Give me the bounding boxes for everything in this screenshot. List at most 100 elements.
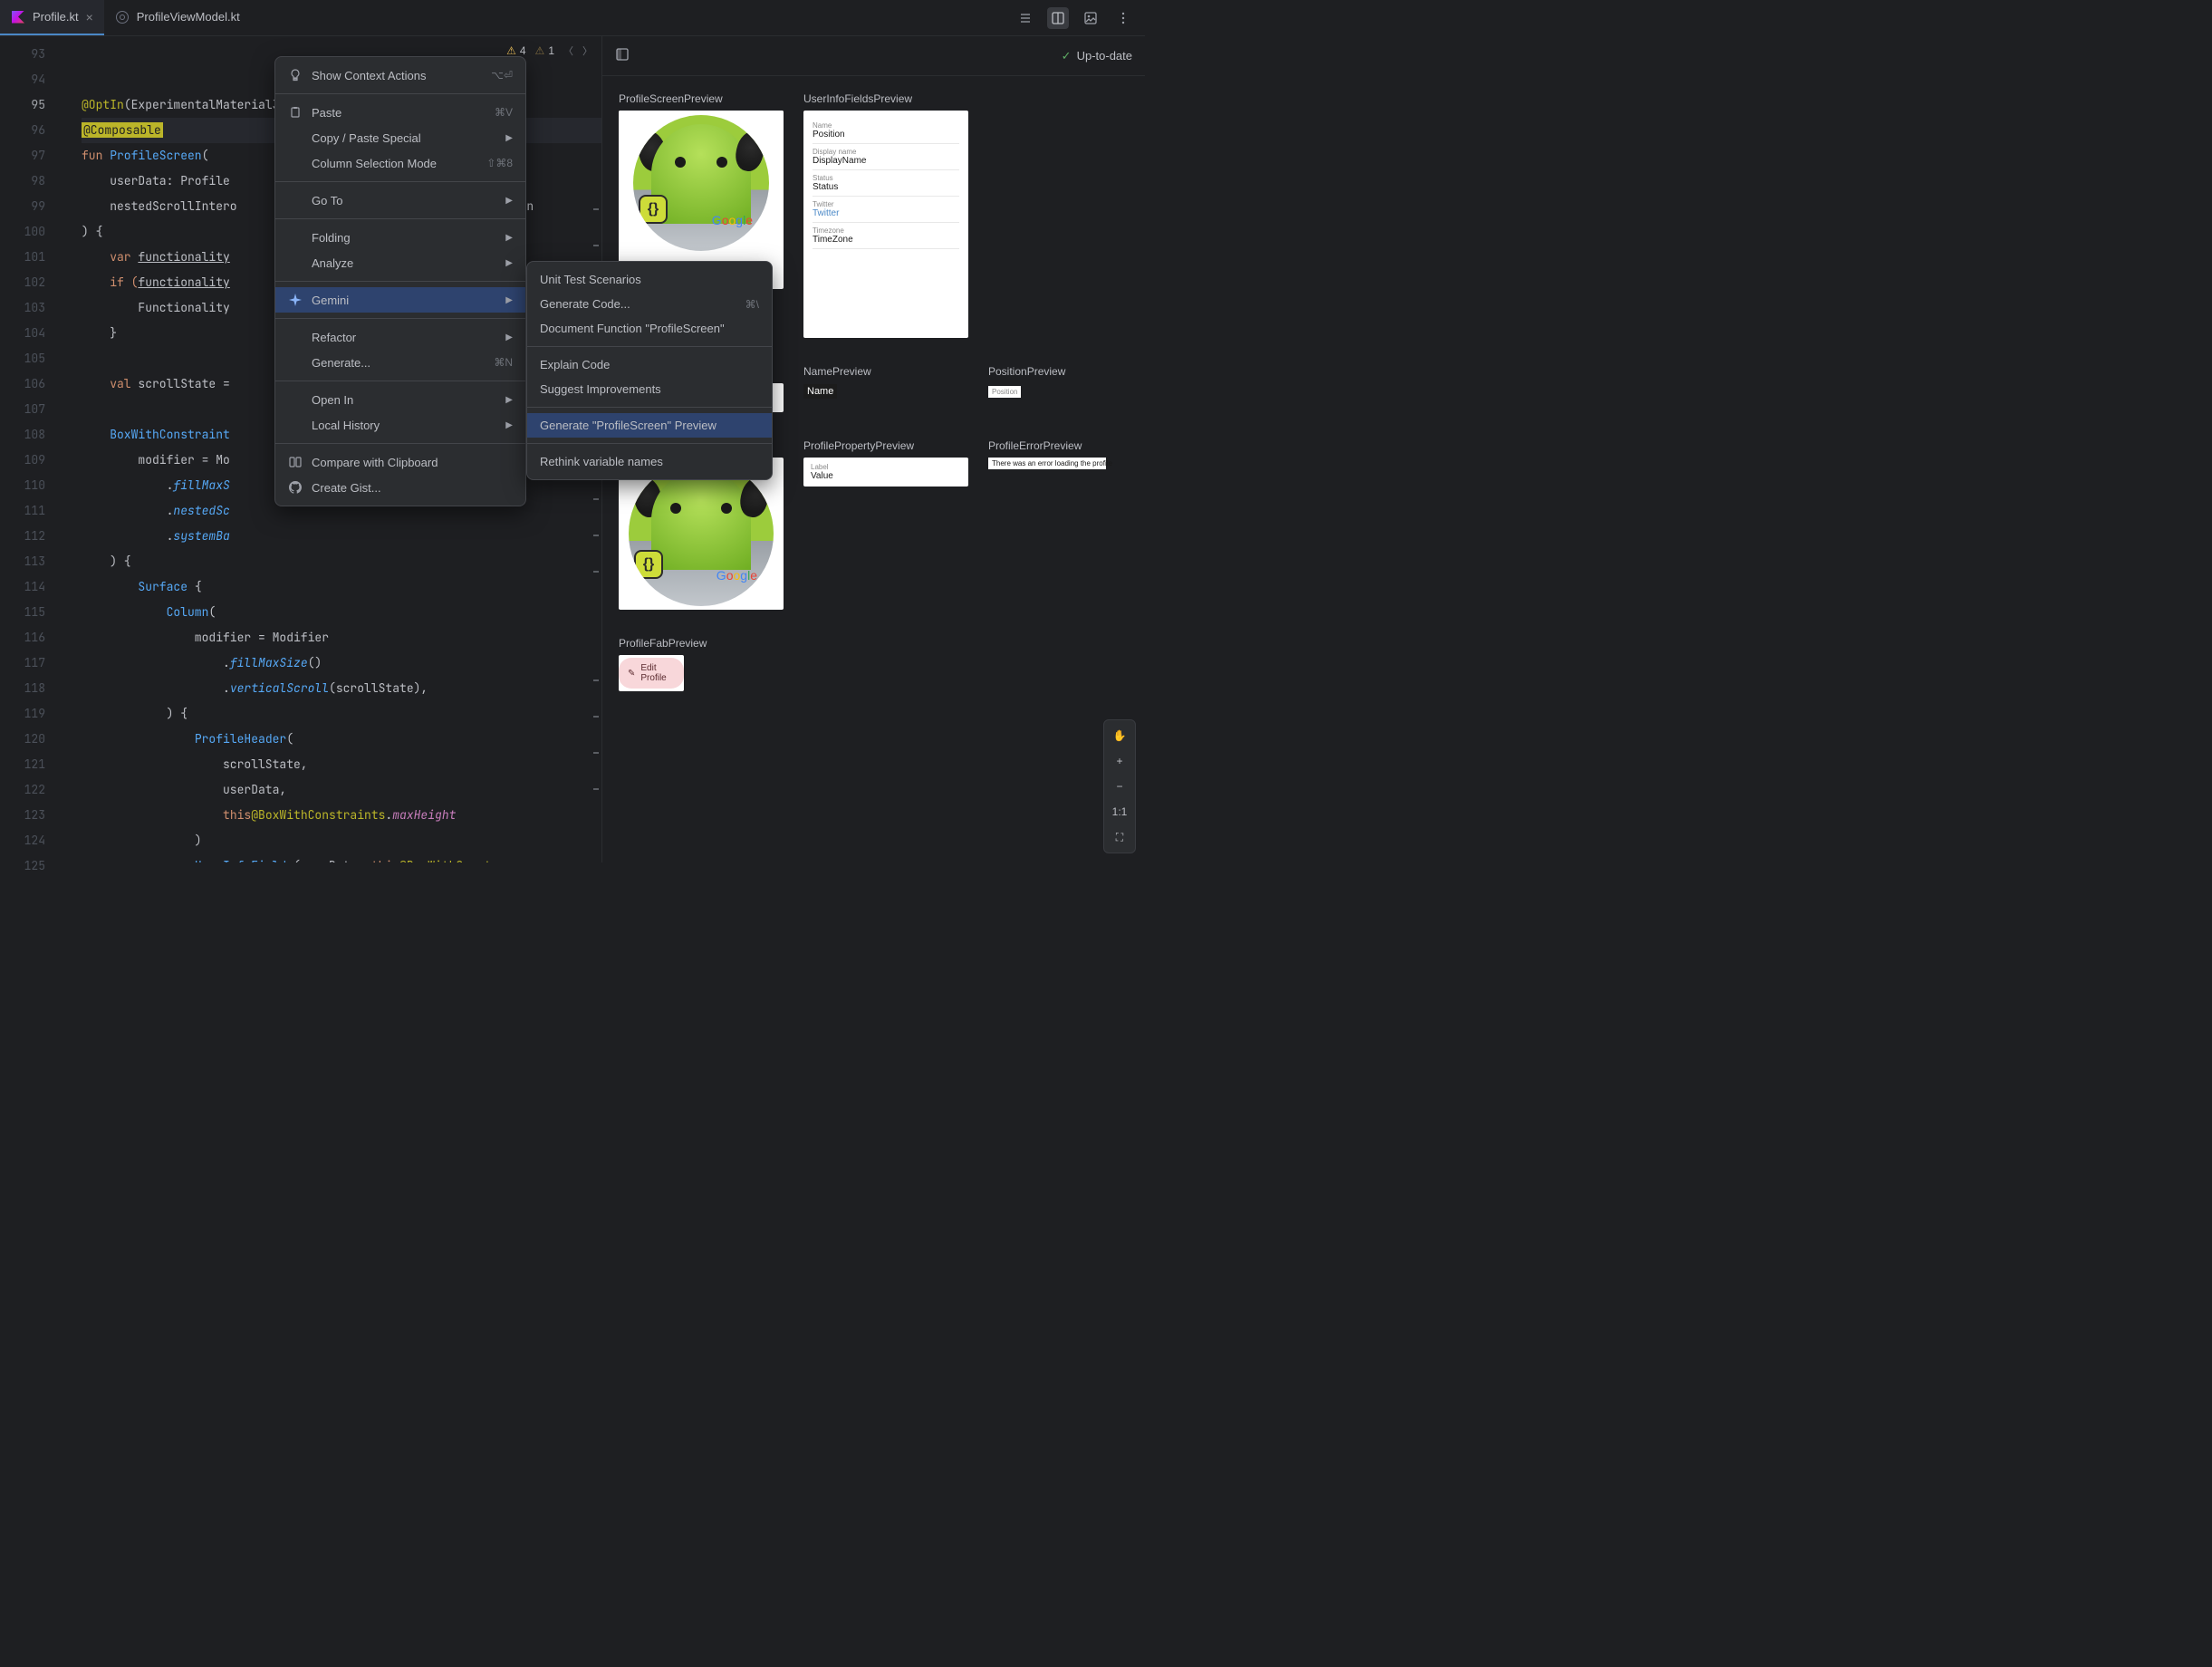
code-line: modifier = Mo <box>82 452 230 467</box>
field-value: TimeZone <box>813 235 959 245</box>
zoom-1-1-icon[interactable]: 1:1 <box>1108 800 1131 824</box>
code-line: userData: Profile <box>82 173 230 188</box>
menu-show-context-actions[interactable]: Show Context Actions ⌥⏎ <box>275 63 525 88</box>
gemini-submenu: Unit Test Scenarios Generate Code... ⌘\ … <box>526 261 773 480</box>
preview-user-info-fields[interactable]: UserInfoFieldsPreview NamePositionDispla… <box>803 92 976 338</box>
menu-compare-clipboard[interactable]: Compare with Clipboard <box>275 449 525 475</box>
zoom-fit-icon[interactable]: ⛶ <box>1108 825 1131 849</box>
gemini-icon <box>288 293 303 307</box>
submenu-document-function[interactable]: Document Function "ProfileScreen" <box>527 316 772 341</box>
line-number: 104 <box>0 321 45 346</box>
preview-profile-error[interactable]: ProfileErrorPreview There was an error l… <box>988 439 1106 610</box>
close-icon[interactable]: × <box>86 10 93 24</box>
field-label: Twitter <box>813 200 959 208</box>
menu-generate[interactable]: Generate... ⌘N <box>275 350 525 375</box>
line-number: 108 <box>0 422 45 448</box>
code-line: this@BoxWithConstraints.maxHeight <box>82 807 456 823</box>
menu-go-to[interactable]: Go To ▶ <box>275 188 525 213</box>
line-number: 114 <box>0 574 45 600</box>
code-line: scrollState, <box>82 756 308 772</box>
list-icon[interactable] <box>1015 7 1036 29</box>
line-number: 101 <box>0 245 45 270</box>
field-row: StatusStatus <box>813 170 959 197</box>
image-view-icon[interactable] <box>1080 7 1101 29</box>
chevron-right-icon: ▶ <box>505 233 513 243</box>
field-label: Name <box>813 121 959 130</box>
line-number: 119 <box>0 701 45 727</box>
chevron-right-icon: ▶ <box>505 196 513 206</box>
menu-column-selection[interactable]: Column Selection Mode ⇧⌘8 <box>275 150 525 176</box>
code-line: UserInfoFields(userData, this@BoxWithCon… <box>82 858 491 862</box>
code-line: userData, <box>82 782 286 797</box>
preview-position[interactable]: PositionPreview Position <box>988 365 1106 412</box>
chevron-right-icon: ▶ <box>505 258 513 268</box>
code-line: ) { <box>82 224 102 239</box>
pan-tool-icon[interactable]: ✋ <box>1108 724 1131 747</box>
menu-open-in[interactable]: Open In ▶ <box>275 387 525 412</box>
menu-paste[interactable]: Paste ⌘V <box>275 100 525 125</box>
status-text: Up-to-date <box>1077 49 1132 63</box>
code-line: BoxWithConstraint <box>82 427 230 442</box>
line-number: 121 <box>0 752 45 777</box>
zoom-out-icon[interactable]: − <box>1108 775 1131 798</box>
preview-profile-fab[interactable]: ProfileFabPreview ✎ Edit Profile <box>619 637 791 691</box>
menu-analyze[interactable]: Analyze ▶ <box>275 250 525 275</box>
tabs-right <box>1015 7 1145 29</box>
line-number: 105 <box>0 346 45 371</box>
bulb-icon <box>288 68 303 82</box>
code-line: Surface { <box>82 579 202 594</box>
menu-copy-paste-special[interactable]: Copy / Paste Special ▶ <box>275 125 525 150</box>
code-line: .fillMaxS <box>82 477 230 493</box>
menu-refactor[interactable]: Refactor ▶ <box>275 324 525 350</box>
code-line: ) { <box>82 706 188 721</box>
android-avatar-icon: {} Google <box>629 461 774 606</box>
split-view-icon[interactable] <box>1047 7 1069 29</box>
field-row: Display nameDisplayName <box>813 144 959 170</box>
chevron-right-icon: ▶ <box>505 395 513 405</box>
tab-profile-kt[interactable]: Profile.kt × <box>0 0 104 35</box>
edit-icon: ✎ <box>628 669 635 679</box>
chevron-right-icon: ▶ <box>505 133 513 143</box>
field-value: Twitter <box>813 208 959 218</box>
preview-status: ✓ Up-to-date <box>1062 49 1132 63</box>
zoom-in-icon[interactable]: + <box>1108 749 1131 773</box>
code-line: val scrollState = <box>82 376 237 391</box>
line-number: 97 <box>0 143 45 169</box>
layout-editor-icon[interactable] <box>615 47 630 64</box>
line-number: 102 <box>0 270 45 295</box>
menu-create-gist[interactable]: Create Gist... <box>275 475 525 500</box>
line-number: 111 <box>0 498 45 524</box>
github-icon <box>288 480 303 495</box>
viewmodel-file-icon <box>115 10 130 24</box>
submenu-rethink[interactable]: Rethink variable names <box>527 449 772 474</box>
line-number: 115 <box>0 600 45 625</box>
menu-local-history[interactable]: Local History ▶ <box>275 412 525 438</box>
line-number: 124 <box>0 828 45 853</box>
code-line: fun ProfileScreen( <box>82 148 208 163</box>
submenu-generate-code[interactable]: Generate Code... ⌘\ <box>527 292 772 316</box>
line-number: 99 <box>0 194 45 219</box>
menu-folding[interactable]: Folding ▶ <box>275 225 525 250</box>
submenu-generate-preview[interactable]: Generate "ProfileScreen" Preview <box>527 413 772 438</box>
code-line: Column( <box>82 604 216 620</box>
line-number: 110 <box>0 473 45 498</box>
tab-label: Profile.kt <box>33 10 79 24</box>
code-line: } <box>82 325 117 341</box>
preview-name[interactable]: NamePreview Name <box>803 365 976 412</box>
submenu-suggest-improvements[interactable]: Suggest Improvements <box>527 377 772 401</box>
line-number: 117 <box>0 650 45 676</box>
line-number: 93 <box>0 42 45 67</box>
code-line: ) { <box>82 554 131 569</box>
field-label: Display name <box>813 148 959 156</box>
tab-profileviewmodel-kt[interactable]: ProfileViewModel.kt <box>104 0 251 35</box>
preview-profile-property[interactable]: ProfilePropertyPreview Label Value <box>803 439 976 610</box>
submenu-explain-code[interactable]: Explain Code <box>527 352 772 377</box>
field-row: NamePosition <box>813 118 959 144</box>
more-icon[interactable] <box>1112 7 1134 29</box>
submenu-unit-test[interactable]: Unit Test Scenarios <box>527 267 772 292</box>
code-line: .fillMaxSize() <box>82 655 322 670</box>
kotlin-file-icon <box>11 10 25 24</box>
code-line: if (functionality <box>82 275 230 290</box>
menu-gemini[interactable]: Gemini ▶ <box>275 287 525 313</box>
line-number: 100 <box>0 219 45 245</box>
